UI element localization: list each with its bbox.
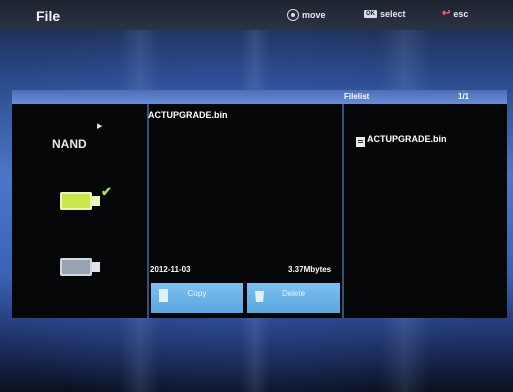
usb-drive-icon (60, 192, 92, 210)
filelist-title: Filelist (344, 92, 370, 101)
file-date: 2012-11-03 (150, 265, 191, 274)
hint-esc: ↩ esc (442, 8, 469, 20)
checkmark-icon: ✔ (101, 184, 112, 199)
column-divider (342, 104, 344, 318)
column-divider (147, 104, 149, 318)
hint-move: move (287, 9, 326, 21)
page-title: File (36, 8, 61, 24)
page-indicator: 1/1 (458, 92, 470, 101)
file-icon (356, 137, 365, 147)
delete-button[interactable]: Delete (247, 283, 340, 313)
usb-drive-icon (60, 258, 92, 276)
nand-arrow-icon: ▶ (97, 123, 103, 130)
hint-esc-label: esc (453, 9, 469, 19)
selected-file-name: ACTUPGRADE.bin (148, 110, 228, 120)
filelist-item-name: ACTUPGRADE.bin (367, 134, 447, 144)
dpad-icon (287, 9, 299, 21)
hint-select: OK select (364, 9, 406, 19)
device-nand[interactable]: NAND (52, 137, 87, 151)
delete-label: Delete (281, 289, 306, 298)
return-key-icon: ↩ (442, 8, 451, 19)
copy-button[interactable]: Copy (151, 283, 243, 313)
tv-screen: File move OK select ↩ esc Filelist 1/1 ▶… (0, 0, 513, 392)
panel-header: Filelist 1/1 (12, 90, 507, 104)
usb-drive-1[interactable] (60, 192, 100, 210)
hint-select-label: select (380, 9, 406, 19)
usb-drive-2[interactable] (60, 258, 100, 276)
hint-move-label: move (302, 10, 326, 20)
file-size: 3.37Mbytes (288, 265, 332, 274)
copy-label: Copy (187, 289, 207, 298)
file-browser-panel: Filelist 1/1 ▶ NAND ✔ ACTUPGRADE.bin 201… (12, 90, 507, 318)
ok-key-icon: OK (364, 10, 377, 18)
top-bar: File move OK select ↩ esc (0, 0, 513, 30)
